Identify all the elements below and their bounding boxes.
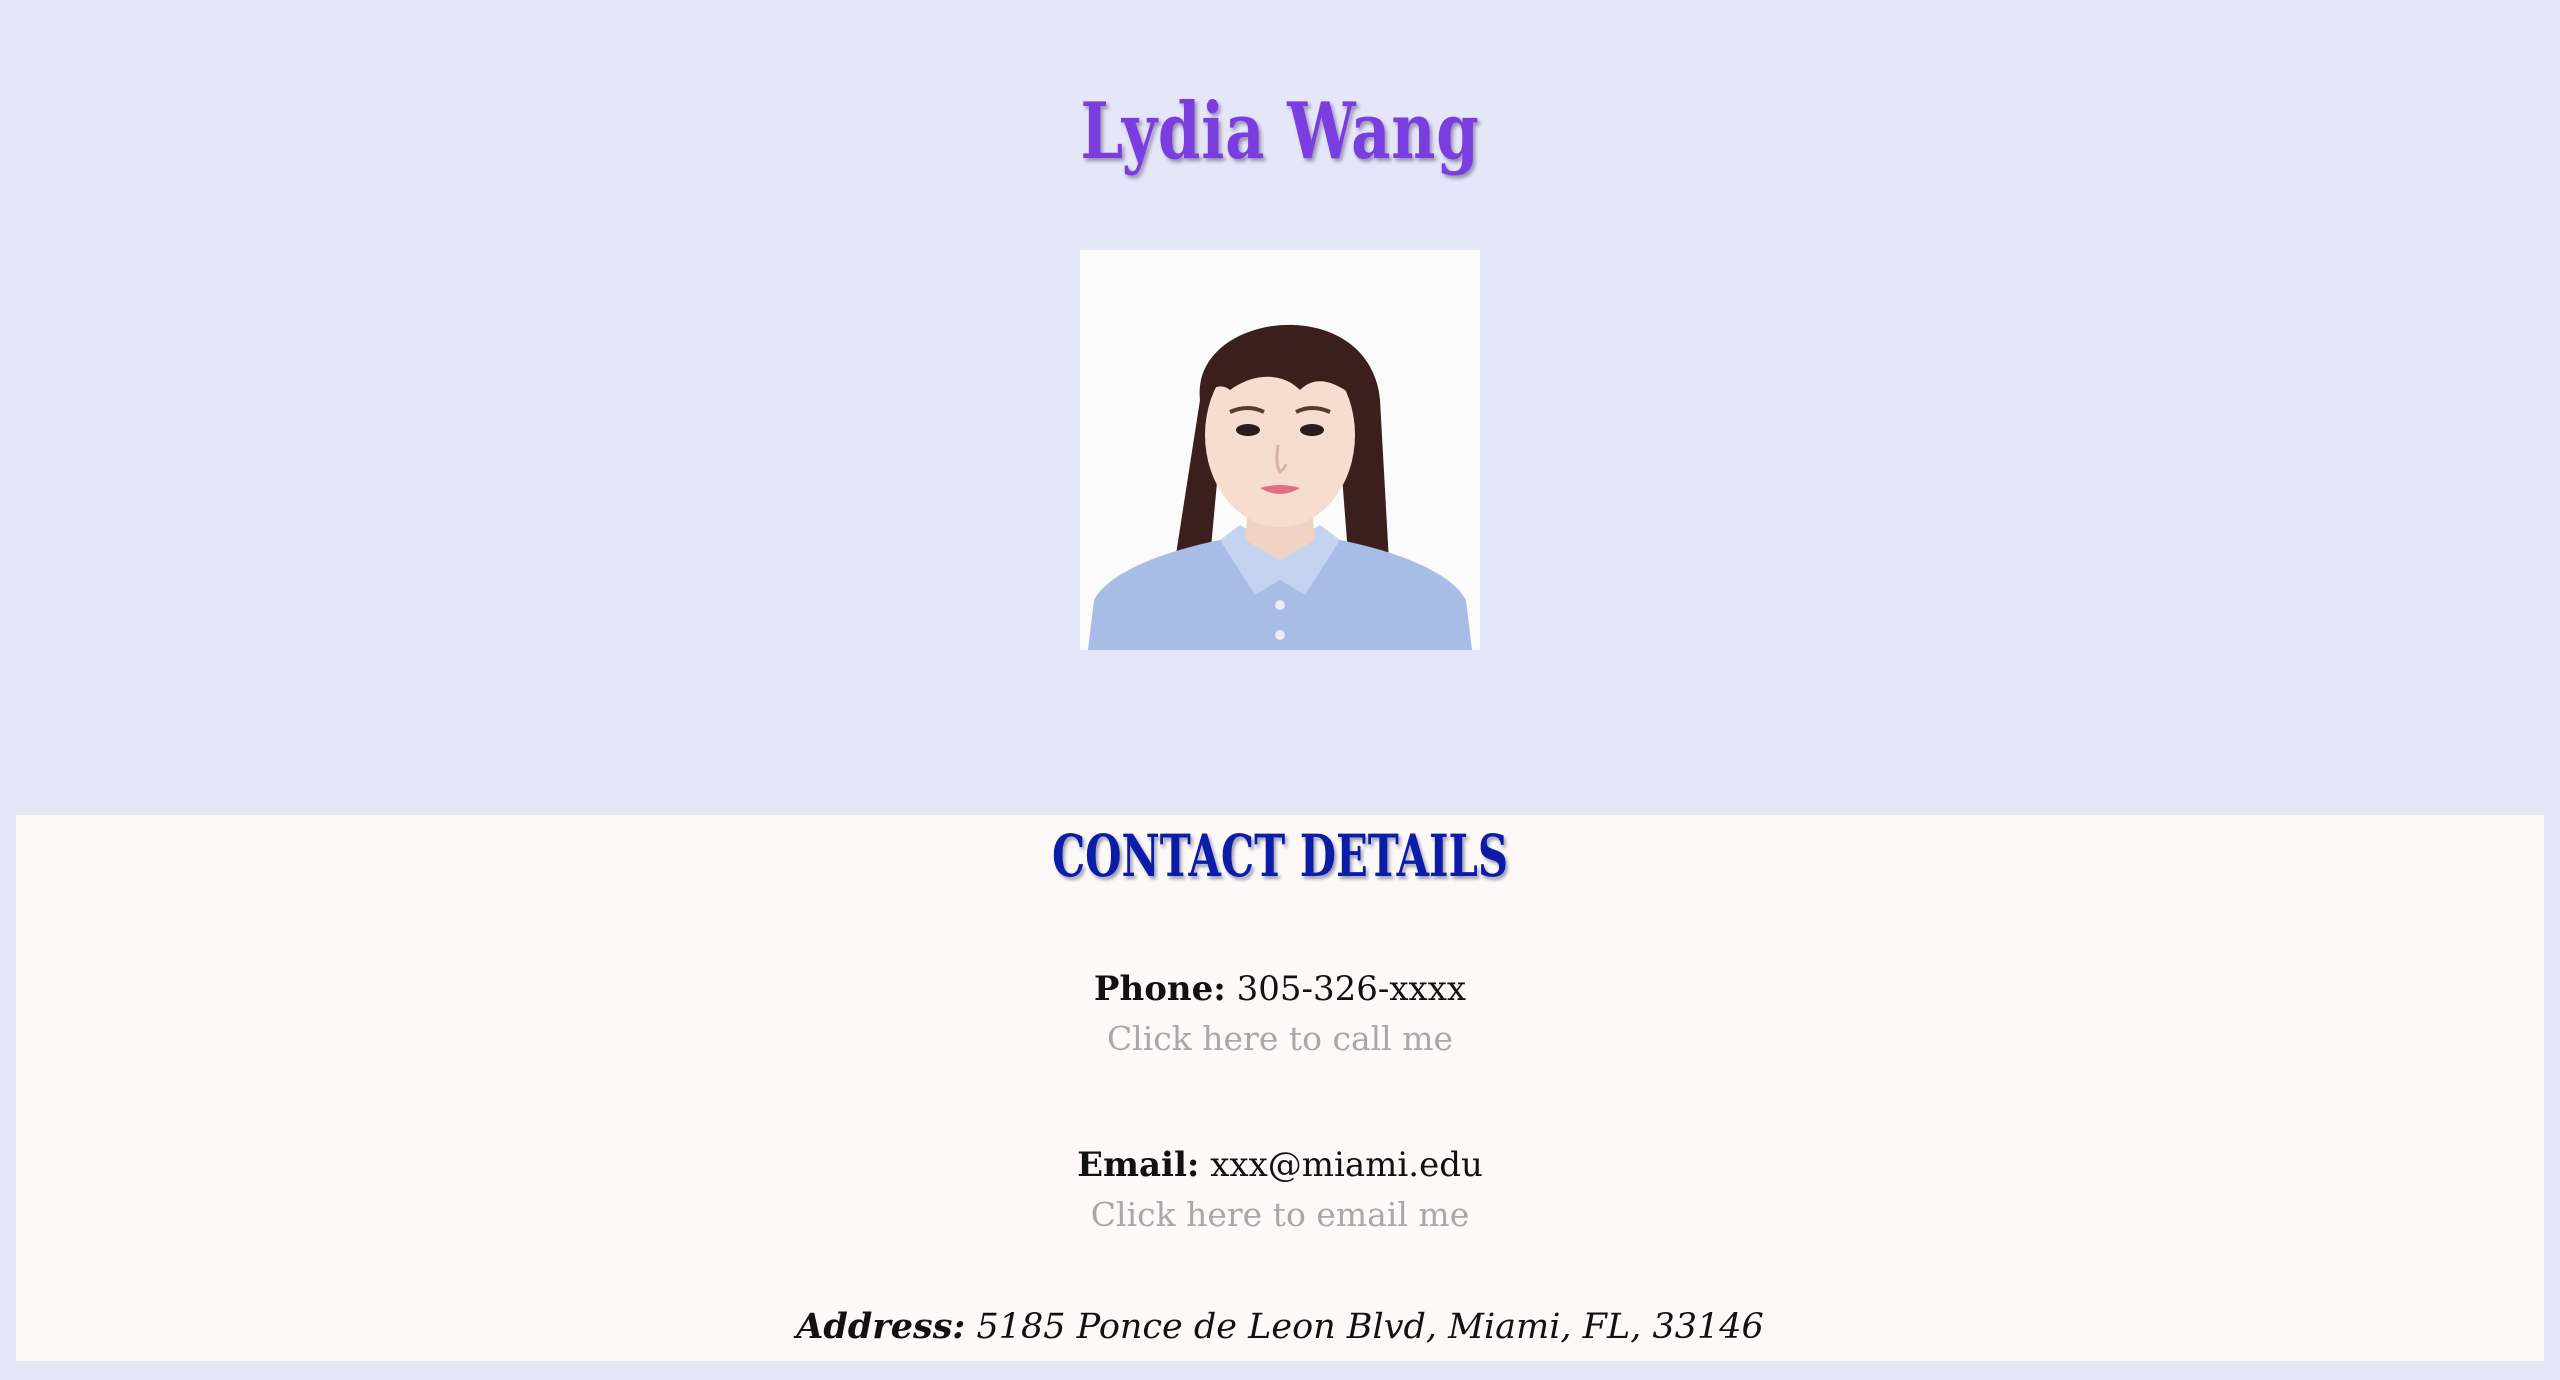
email-value: xxx@miami.edu xyxy=(1210,1145,1483,1185)
address-value: 5185 Ponce de Leon Blvd, Miami, FL, 3314… xyxy=(976,1307,1764,1347)
profile-header: Lydia Wang xyxy=(0,0,2560,815)
address-row: Address: 5185 Ponce de Leon Blvd, Miami,… xyxy=(16,1305,2544,1349)
profile-name: Lydia Wang xyxy=(1080,86,1480,177)
profile-photo xyxy=(1080,250,1480,650)
address-label: Address: xyxy=(796,1306,966,1347)
phone-row: Phone: 305-326-xxxx xyxy=(16,967,2544,1011)
phone-value: 305-326-xxxx xyxy=(1236,969,1467,1009)
call-link[interactable]: Click here to call me xyxy=(16,1017,2544,1061)
contact-section: CONTACT DETAILS Phone: 305-326-xxxx Clic… xyxy=(16,815,2544,1361)
contact-title: CONTACT DETAILS xyxy=(1051,822,1509,890)
email-row: Email: xxx@miami.edu xyxy=(16,1143,2544,1187)
phone-label: Phone: xyxy=(1093,969,1226,1009)
email-label: Email: xyxy=(1077,1145,1200,1185)
email-link[interactable]: Click here to email me xyxy=(16,1193,2544,1237)
